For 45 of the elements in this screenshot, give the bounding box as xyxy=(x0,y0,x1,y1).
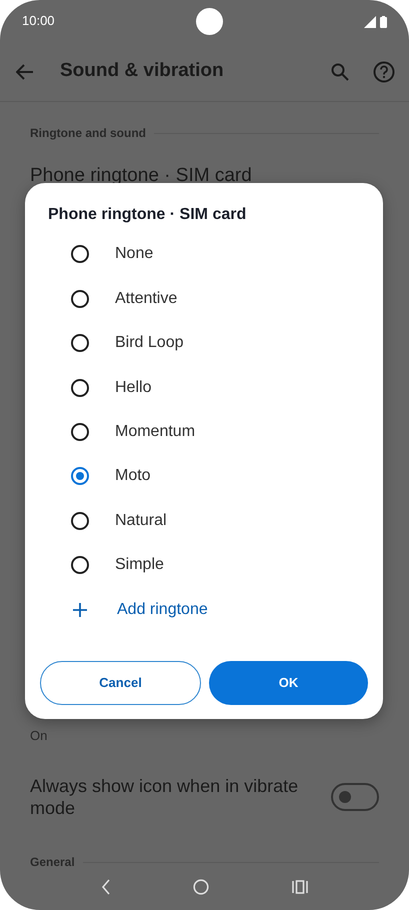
add-ringtone-button[interactable]: Add ringtone xyxy=(39,587,369,632)
screen-title: Sound & vibration xyxy=(60,60,225,83)
ringtone-option[interactable]: Simple xyxy=(39,542,369,588)
option-label: Bird Loop xyxy=(115,333,184,354)
option-label: Moto xyxy=(115,466,151,486)
search-icon[interactable] xyxy=(331,62,349,80)
radio-button[interactable] xyxy=(71,556,89,574)
toggle-switch[interactable] xyxy=(331,783,379,811)
ringtone-option[interactable]: None xyxy=(39,232,369,277)
dialog-title: Phone ringtone · SIM card xyxy=(48,205,248,224)
radio-button[interactable] xyxy=(71,290,89,308)
radio-button[interactable] xyxy=(71,378,89,397)
ringtone-option[interactable]: Attentive xyxy=(39,276,369,321)
camera-hole xyxy=(196,8,223,34)
ringtone-option[interactable]: Momentum xyxy=(39,410,369,454)
back-arrow-icon[interactable] xyxy=(16,64,34,80)
battery-icon xyxy=(380,16,387,28)
recents-nav-icon[interactable] xyxy=(292,880,308,894)
radio-button[interactable] xyxy=(71,467,89,486)
radio-button[interactable] xyxy=(71,245,89,264)
cancel-button[interactable]: Cancel xyxy=(40,660,201,705)
radio-button[interactable] xyxy=(71,512,89,530)
ringtone-option[interactable]: Bird Loop xyxy=(39,320,369,366)
radio-button[interactable] xyxy=(71,422,89,441)
section-header: General xyxy=(30,854,75,871)
radio-button[interactable] xyxy=(71,334,89,352)
option-label: Attentive xyxy=(115,288,178,309)
home-nav-icon[interactable] xyxy=(193,879,210,895)
ringtone-option[interactable]: Moto xyxy=(39,454,369,499)
option-label: Hello xyxy=(115,378,152,398)
section-header: Ringtone and sound xyxy=(30,125,146,142)
setting-title: Always show icon when in vibrate mode xyxy=(30,775,300,819)
clock: 10:00 xyxy=(22,12,55,30)
back-nav-icon[interactable] xyxy=(101,879,112,895)
setting-summary: On xyxy=(29,726,48,744)
option-label: None xyxy=(115,244,154,264)
option-label: Simple xyxy=(115,555,164,576)
option-label: Natural xyxy=(115,510,167,531)
option-label: Momentum xyxy=(115,422,196,442)
ringtone-option[interactable]: Hello xyxy=(39,365,369,410)
ok-button[interactable]: OK xyxy=(209,660,368,705)
ringtone-option[interactable]: Natural xyxy=(39,498,369,543)
signal-icon xyxy=(364,16,376,28)
plus-icon xyxy=(73,602,87,616)
help-icon[interactable] xyxy=(373,60,395,82)
